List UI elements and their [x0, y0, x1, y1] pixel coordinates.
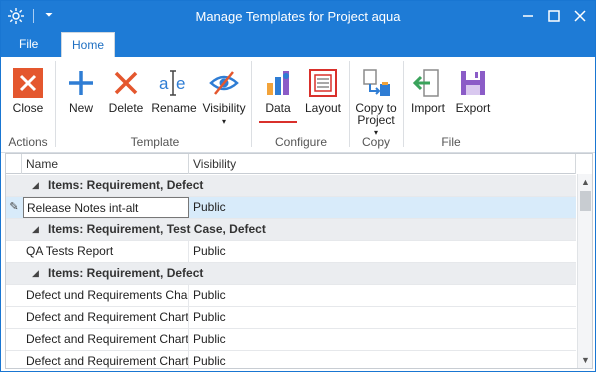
- visibility-cell[interactable]: Public: [190, 351, 576, 368]
- import-icon: [412, 69, 439, 97]
- app-gear-icon[interactable]: [7, 7, 25, 25]
- table-row[interactable]: Defect and Requirement Chart... Public: [6, 307, 576, 329]
- tab-home[interactable]: Home: [61, 32, 116, 58]
- chevron-down-icon: ▾: [221, 117, 226, 126]
- manage-templates-window: ⏷ Manage Templates for Project aqua File…: [0, 0, 596, 372]
- vertical-scrollbar[interactable]: ▲ ▼: [577, 174, 592, 368]
- group-label-copy: Copy: [361, 135, 390, 149]
- ribbon-tab-bar: File Home: [1, 32, 595, 58]
- layout-button-label: Layout: [304, 101, 342, 115]
- new-button[interactable]: New: [61, 61, 101, 135]
- edit-pencil-icon: ✎: [9, 201, 19, 213]
- export-button-label: Export: [455, 101, 491, 115]
- visibility-cell[interactable]: Public: [190, 307, 576, 328]
- group-caption: Items: Requirement, Defect: [48, 178, 204, 192]
- data-button[interactable]: Data: [257, 61, 299, 135]
- plus-icon: [69, 71, 93, 95]
- maximize-icon[interactable]: [541, 5, 567, 27]
- close-button-label: Close: [12, 101, 44, 115]
- name-cell[interactable]: Defect und Requirements Chart...: [23, 285, 189, 306]
- visibility-cell[interactable]: Public: [190, 285, 576, 306]
- import-button-label: Import: [410, 101, 445, 115]
- column-header-visibility[interactable]: Visibility: [190, 154, 576, 174]
- svg-text:a: a: [159, 74, 169, 93]
- table-row[interactable]: QA Tests Report Public: [6, 241, 576, 263]
- group-row[interactable]: ◢ Items: Requirement, Test Case, Defect: [6, 219, 576, 241]
- svg-text:e: e: [176, 74, 185, 93]
- close-window-icon[interactable]: [567, 5, 593, 27]
- group-row[interactable]: ◢ Items: Requirement, Defect: [6, 175, 576, 197]
- scroll-up-icon[interactable]: ▲: [578, 174, 592, 190]
- visibility-cell[interactable]: Public: [190, 329, 576, 350]
- close-x-icon: [13, 68, 43, 98]
- visibility-eye-icon: [209, 71, 239, 95]
- close-button[interactable]: Close: [5, 61, 51, 135]
- group-label-file: File: [441, 135, 461, 149]
- layout-button[interactable]: Layout: [301, 61, 345, 135]
- layout-icon: [309, 69, 337, 97]
- new-button-label: New: [68, 101, 93, 115]
- row-indicator-header: [6, 154, 22, 174]
- group-label-configure: Configure: [274, 135, 328, 149]
- import-button[interactable]: Import: [407, 61, 449, 135]
- grid-rows: ◢ Items: Requirement, Defect ✎ Public ◢ …: [6, 175, 576, 368]
- delete-x-icon: [114, 71, 138, 95]
- copy-to-project-button[interactable]: Copy to Project ▾: [353, 61, 399, 137]
- table-row[interactable]: ✎ Public: [6, 197, 576, 219]
- group-row[interactable]: ◢ Items: Requirement, Defect: [6, 263, 576, 285]
- export-save-icon: [461, 71, 485, 95]
- name-cell[interactable]: QA Tests Report: [23, 241, 189, 262]
- rename-input[interactable]: [27, 198, 188, 217]
- group-label-actions: Actions: [8, 135, 48, 149]
- templates-grid[interactable]: Name Visibility ◢ Items: Requirement, De…: [5, 153, 593, 369]
- collapse-triangle-icon[interactable]: ◢: [32, 263, 39, 284]
- table-row[interactable]: Defect and Requirement Chart... Public: [6, 351, 576, 368]
- delete-button-label: Delete: [108, 101, 144, 115]
- copy-button-label-line2: Project: [357, 113, 395, 127]
- title-bar[interactable]: ⏷ Manage Templates for Project aqua: [1, 1, 595, 32]
- title-separator: [33, 9, 34, 23]
- name-cell[interactable]: Defect and Requirement Chart...: [23, 329, 189, 350]
- group-separator: [55, 61, 56, 147]
- data-active-indicator: [259, 121, 297, 123]
- delete-button[interactable]: Delete: [105, 61, 147, 135]
- window-title: Manage Templates for Project aqua: [195, 9, 401, 24]
- visibility-cell[interactable]: Public: [190, 241, 576, 262]
- data-button-label: Data: [265, 101, 291, 115]
- visibility-dropdown-button[interactable]: Visibility ▾: [201, 61, 247, 135]
- export-button[interactable]: Export: [451, 61, 495, 135]
- group-label-template: Template: [130, 135, 180, 149]
- ribbon-panel: Close Actions New Delete a e Rename Visi…: [1, 57, 595, 153]
- table-row[interactable]: Defect and Requirement Chart... Public: [6, 329, 576, 351]
- rename-button[interactable]: a e Rename: [151, 61, 197, 135]
- name-cell[interactable]: Defect and Requirement Chart...: [23, 307, 189, 328]
- group-separator: [349, 61, 350, 147]
- name-cell[interactable]: Defect and Requirement Chart...: [23, 351, 189, 368]
- group-caption: Items: Requirement, Defect: [48, 266, 204, 280]
- minimize-icon[interactable]: [515, 5, 541, 27]
- group-separator: [251, 61, 252, 147]
- scroll-down-icon[interactable]: ▼: [578, 352, 592, 368]
- collapse-triangle-icon[interactable]: ◢: [32, 175, 39, 196]
- collapse-triangle-icon[interactable]: ◢: [32, 219, 39, 240]
- column-header-name[interactable]: Name: [23, 154, 189, 174]
- group-separator: [403, 61, 404, 147]
- visibility-button-label: Visibility: [202, 101, 246, 115]
- visibility-cell[interactable]: Public: [190, 197, 576, 218]
- rename-text-cursor-icon: a e: [159, 70, 185, 96]
- data-bar-chart-icon: [267, 71, 289, 95]
- grid-header: Name Visibility: [6, 154, 576, 174]
- group-caption: Items: Requirement, Test Case, Defect: [48, 222, 266, 236]
- name-cell-editor[interactable]: [23, 197, 189, 218]
- table-row[interactable]: Defect und Requirements Chart... Public: [6, 285, 576, 307]
- scrollbar-thumb[interactable]: [580, 191, 591, 211]
- quick-access-menu-button[interactable]: ⏷: [41, 8, 57, 24]
- tab-file[interactable]: File: [9, 32, 48, 57]
- copy-to-project-icon: [363, 69, 390, 96]
- rename-button-label: Rename: [151, 101, 197, 115]
